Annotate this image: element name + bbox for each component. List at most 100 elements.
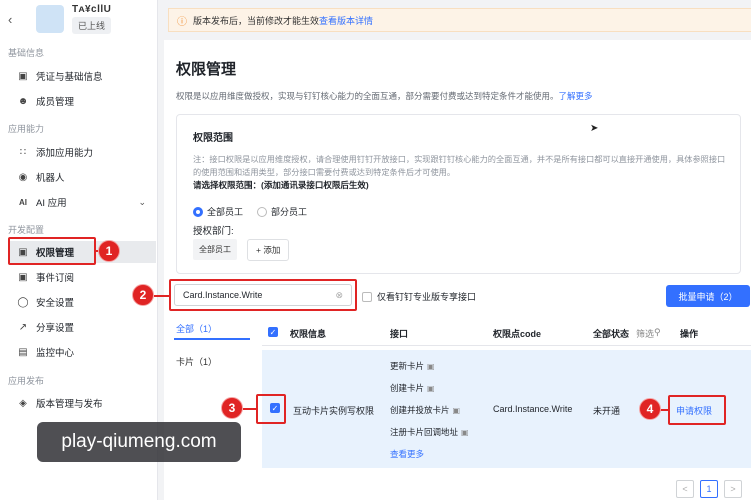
sidebar-item-label: AI 应用 [36, 198, 67, 209]
annotation-box-2 [169, 279, 357, 311]
main-panel: 权限管理 权限是以应用维度做授权，实现与钉钉核心能力的全面互通，部分需要付费或达… [164, 40, 751, 500]
app-status-badge: 已上线 [72, 17, 112, 34]
category-card[interactable]: 卡片（1） [176, 355, 217, 368]
interface-label: 更新卡片 [390, 361, 425, 371]
category-active-indicator [174, 338, 250, 340]
notice-text: 版本发布后，当前修改才能生效 [193, 15, 320, 26]
sidebar-item-label: 成员管理 [36, 97, 75, 108]
sidebar-item-label: 机器人 [36, 173, 65, 184]
ai-icon: AI [19, 197, 27, 207]
monitor-icon: ▤ [18, 346, 28, 358]
pagination-prev[interactable]: < [676, 480, 694, 498]
warning-icon: ⓘ [177, 16, 187, 28]
version-detail-link[interactable]: 查看版本详情 [319, 14, 373, 27]
page-description: 权限是以应用维度做授权，实现与钉钉核心能力的全面互通，部分需要付费或达到特定条件… [176, 90, 593, 102]
annotation-badge-2: 2 [132, 284, 154, 306]
section-title-release: 应用发布 [8, 376, 45, 386]
scope-panel: 权限范围 注：接口权限是以应用维度授权，请合理使用钉钉开放接口，实现跟钉钉核心能… [176, 114, 741, 274]
sidebar-item-label: 版本管理与发布 [36, 399, 103, 410]
pro-only-filter[interactable]: 仅看钉钉专业版专享接口 [362, 290, 476, 303]
notice-bar: ⓘ 版本发布后，当前修改才能生效 查看版本详情 [168, 8, 751, 32]
chevron-down-icon: ⌄ [138, 196, 146, 207]
sidebar-item-members[interactable]: ☻ 成员管理 [16, 90, 156, 112]
sidebar-item-label: 安全设置 [36, 298, 75, 309]
radio-part-label: 部分员工 [271, 207, 308, 217]
header-filter[interactable]: 筛选 [636, 327, 654, 340]
interface-item[interactable]: 更新卡片 ▣ [390, 360, 435, 372]
annotation-connector-2 [154, 295, 169, 297]
add-dept-button[interactable]: + 添加 [247, 239, 290, 261]
category-all[interactable]: 全部（1） [176, 322, 217, 335]
app-name: Tᴀ¥ᴄllU [72, 4, 112, 15]
view-more-link[interactable]: 查看更多 [390, 448, 424, 460]
pro-only-checkbox[interactable] [362, 291, 372, 302]
scope-title: 权限范围 [193, 133, 233, 144]
robot-icon: ◉ [18, 171, 28, 183]
section-title-basic: 基础信息 [8, 48, 45, 58]
doc-icon[interactable]: ▣ [461, 428, 469, 437]
annotation-box-3 [256, 394, 286, 424]
header-code: 权限点code [493, 329, 542, 339]
annotation-badge-1: 1 [98, 240, 120, 262]
auth-dept-label: 授权部门: [193, 226, 234, 237]
doc-icon[interactable]: ▣ [427, 384, 435, 393]
filter-search-icon[interactable]: ⚲ [654, 327, 661, 338]
sidebar-item-add-capability[interactable]: ∷ 添加应用能力 [16, 141, 156, 163]
doc-icon[interactable]: ▣ [427, 362, 435, 371]
credential-icon: ▣ [18, 70, 28, 82]
annotation-badge-4: 4 [639, 398, 661, 420]
annotation-connector-3 [243, 408, 256, 410]
header-info: 权限信息 [290, 329, 327, 339]
interface-label: 创建并投放卡片 [390, 405, 450, 415]
header-action: 操作 [680, 329, 699, 339]
grid-icon: ∷ [19, 146, 27, 158]
radio-all-label: 全部员工 [207, 207, 244, 217]
share-icon: ↗ [18, 321, 28, 333]
interface-item[interactable]: 创建卡片 ▣ [390, 382, 435, 394]
doc-icon[interactable]: ▣ [453, 406, 461, 415]
interface-item[interactable]: 创建并投放卡片 ▣ [390, 404, 460, 416]
annotation-connector-4 [660, 409, 668, 411]
select-all-checkbox[interactable]: ✓ [268, 327, 278, 337]
sidebar-item-label: 分享设置 [36, 323, 75, 334]
event-icon: ▣ [18, 271, 28, 283]
row-permission-name: 互动卡片实例写权限 [293, 406, 375, 416]
sidebar-item-credentials[interactable]: ▣ 凭证与基础信息 [16, 65, 156, 87]
sidebar-item-robot[interactable]: ◉ 机器人 [16, 166, 156, 188]
scope-note: 注：接口权限是以应用维度授权，请合理使用钉钉开放接口，实现跟钉钉核心能力的全面互… [193, 155, 726, 177]
batch-apply-button[interactable]: 批量申请（2） [666, 285, 750, 307]
sidebar-item-monitor[interactable]: ▤ 监控中心 [16, 341, 156, 363]
page-desc-text: 权限是以应用维度做授权，实现与钉钉核心能力的全面互通，部分需要付费或达到特定条件… [176, 91, 559, 101]
app-logo [36, 5, 64, 33]
sidebar-item-ai[interactable]: AI AI 应用 ⌄ [16, 191, 156, 213]
header-status[interactable]: 全部状态 [593, 327, 629, 340]
pro-only-label: 仅看钉钉专业版专享接口 [377, 292, 477, 302]
interface-label: 创建卡片 [390, 383, 425, 393]
sidebar-item-events[interactable]: ▣ 事件订阅 [16, 266, 156, 288]
section-title-dev: 开发配置 [8, 225, 45, 235]
table-header: ✓ 权限信息 接口 权限点code 全部状态 筛选 ⚲ 操作 [262, 318, 751, 346]
back-icon[interactable]: ‹ [8, 12, 22, 27]
radio-all-staff[interactable] [193, 206, 203, 217]
sidebar-item-version[interactable]: ◈ 版本管理与发布 [16, 392, 156, 414]
interface-item[interactable]: 注册卡片回调地址 ▣ [390, 426, 469, 438]
watermark: play-qiumeng.com [37, 422, 241, 462]
interface-label: 注册卡片回调地址 [390, 427, 459, 437]
sidebar-item-label: 凭证与基础信息 [36, 72, 103, 83]
dept-tag: 全部员工 [193, 239, 237, 260]
learn-more-link[interactable]: 了解更多 [559, 91, 593, 101]
scope-radio-group: 全部员工 部分员工 [193, 205, 321, 218]
radio-part-staff[interactable] [257, 206, 268, 217]
annotation-box-4 [668, 395, 726, 425]
annotation-badge-3: 3 [221, 397, 243, 419]
scope-select-label: 请选择权限范围：(添加通讯录接口权限后生效) [193, 180, 369, 190]
sidebar-header: ‹ Tᴀ¥ᴄllU 已上线 [0, 0, 157, 38]
page-title: 权限管理 [176, 61, 237, 78]
sidebar-item-label: 事件订阅 [36, 273, 75, 284]
version-icon: ◈ [19, 397, 27, 409]
pagination-next[interactable]: > [724, 480, 742, 498]
sidebar-item-label: 添加应用能力 [36, 148, 94, 159]
app-root: ‹ Tᴀ¥ᴄllU 已上线 基础信息 ▣ 凭证与基础信息 ☻ 成员管理 应用能力 ∷… [0, 0, 751, 500]
pagination-page[interactable]: 1 [700, 480, 718, 498]
sidebar-item-share[interactable]: ↗ 分享设置 [16, 316, 156, 338]
